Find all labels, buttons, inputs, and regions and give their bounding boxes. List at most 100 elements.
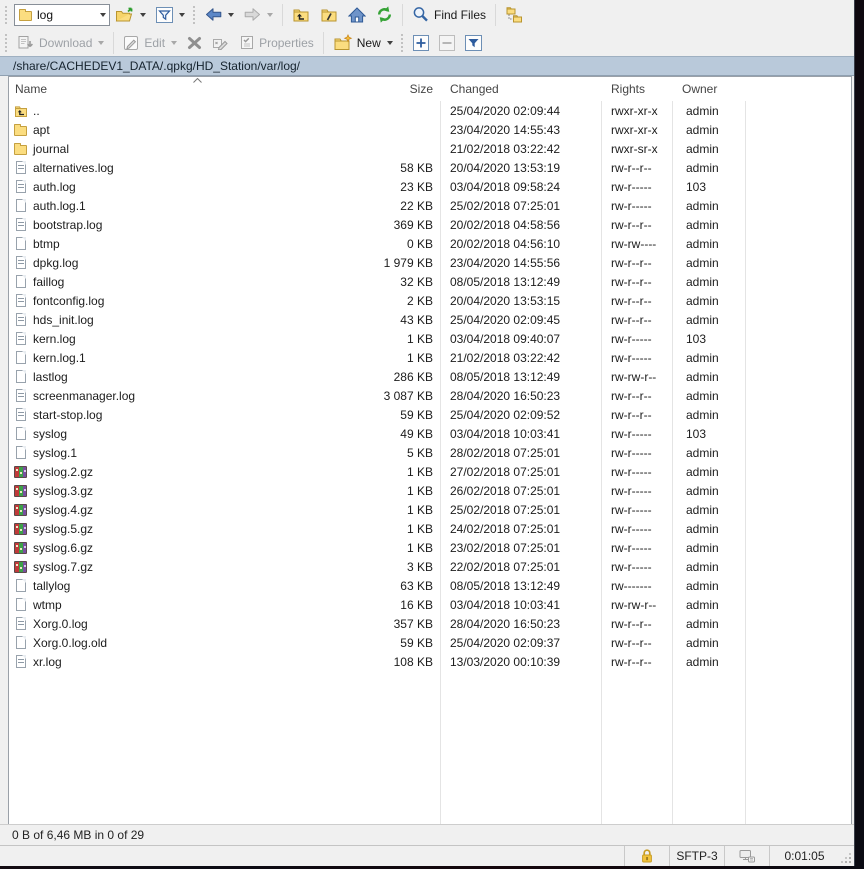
column-header-owner[interactable]: Owner (672, 82, 745, 96)
table-row[interactable]: syslog.3.gz 1 KB 26/02/2018 07:25:01 rw-r--… (9, 481, 851, 500)
file-name: btmp (33, 236, 60, 251)
file-name: auth.log (33, 179, 76, 194)
table-row[interactable]: faillog 32 KB 08/05/2018 13:12:49 rw-r--r--… (9, 272, 851, 291)
toolbar-grip[interactable] (192, 4, 196, 25)
file-name: syslog.1 (33, 445, 78, 460)
file-changed: 03/04/2018 09:40:07 (450, 331, 561, 346)
file-lines-icon (13, 179, 28, 194)
table-row[interactable]: auth.log 23 KB 03/04/2018 09:58:24 rw-r----… (9, 177, 851, 196)
file-rights: rw-r----- (611, 445, 652, 460)
table-row[interactable]: syslog.5.gz 1 KB 24/02/2018 07:25:01 rw-r--… (9, 519, 851, 538)
file-owner: admin (686, 122, 719, 137)
directory-combo-dropdown[interactable] (95, 5, 109, 25)
delete-x-icon (187, 36, 202, 50)
download-button[interactable]: Download (12, 32, 109, 53)
toolbar-grip[interactable] (4, 4, 8, 25)
open-directory-dropdown[interactable] (140, 12, 146, 17)
rename-icon (212, 35, 229, 50)
table-row[interactable]: syslog.6.gz 1 KB 23/02/2018 07:25:01 rw-r--… (9, 538, 851, 557)
filter-button[interactable] (151, 4, 190, 26)
table-row[interactable]: Xorg.0.log.old 59 KB 25/04/2020 02:09:37 rw… (9, 633, 851, 652)
back-dropdown[interactable] (228, 12, 234, 17)
open-directory-button[interactable] (110, 4, 151, 26)
table-row[interactable]: fontconfig.log 2 KB 20/04/2020 13:53:15 rw-… (9, 291, 851, 310)
home-button[interactable] (343, 4, 371, 26)
add-filter-button[interactable] (408, 32, 434, 54)
window-resize-grip[interactable] (839, 846, 854, 866)
file-name: syslog.2.gz (33, 464, 94, 479)
find-files-button[interactable]: Find Files (407, 3, 491, 26)
file-changed: 08/05/2018 13:12:49 (450, 578, 561, 593)
back-button[interactable] (200, 5, 239, 24)
table-row[interactable]: btmp 0 KB 20/02/2018 04:56:10 rw-rw---- admi… (9, 234, 851, 253)
toolbar-separator (322, 31, 324, 54)
table-row[interactable]: wtmp 16 KB 03/04/2018 10:03:41 rw-rw-r-- adm… (9, 595, 851, 614)
remove-filter-button[interactable] (434, 32, 460, 54)
table-row[interactable]: syslog.7.gz 3 KB 22/02/2018 07:25:01 rw-r--… (9, 557, 851, 576)
toolbar-grip[interactable] (399, 32, 404, 53)
table-row[interactable]: syslog.2.gz 1 KB 27/02/2018 07:25:01 rw-r--… (9, 462, 851, 481)
file-icon (13, 445, 28, 460)
column-header-size[interactable]: Size (349, 82, 440, 96)
delete-button[interactable] (182, 33, 207, 53)
lock-icon (639, 848, 655, 864)
session-duration-segment[interactable]: 0:01:05 (769, 846, 839, 866)
table-row[interactable]: bootstrap.log 369 KB 20/02/2018 04:58:56 rw… (9, 215, 851, 234)
file-lines-icon (13, 293, 28, 308)
table-row[interactable]: alternatives.log 58 KB 20/04/2020 13:53:19… (9, 158, 851, 177)
toolbar-grip[interactable] (4, 32, 8, 53)
properties-button[interactable]: Properties (234, 32, 319, 53)
file-lines-icon (13, 616, 28, 631)
forward-dropdown[interactable] (267, 12, 273, 17)
root-directory-button[interactable] (315, 4, 343, 26)
new-dropdown[interactable] (386, 40, 393, 45)
encryption-segment[interactable] (624, 846, 669, 866)
filter-dropdown[interactable] (179, 12, 185, 17)
table-row[interactable]: auth.log.1 22 KB 25/02/2018 07:25:01 rw-r--… (9, 196, 851, 215)
file-size: 1 KB (406, 464, 433, 479)
server-segment[interactable] (724, 846, 769, 866)
file-icon (13, 426, 28, 441)
edit-button[interactable]: Edit (118, 32, 182, 54)
table-row[interactable]: .. 25/04/2020 02:09:44 rwxr-xr-x admin (9, 101, 851, 120)
file-name: .. (33, 103, 40, 118)
table-row[interactable]: kern.log 1 KB 03/04/2018 09:40:07 rw-r-----… (9, 329, 851, 348)
filter-list-button[interactable] (460, 32, 487, 54)
file-size: 0 KB (406, 236, 433, 251)
table-row[interactable]: start-stop.log 59 KB 25/04/2020 02:09:52 rw… (9, 405, 851, 424)
edit-dropdown[interactable] (171, 40, 178, 45)
directory-tree-button[interactable] (500, 3, 529, 26)
address-bar[interactable]: /share/CACHEDEV1_DATA/.qpkg/HD_Station/v… (0, 56, 854, 76)
plus-icon (412, 34, 429, 51)
download-dropdown[interactable] (98, 40, 105, 45)
edit-label: Edit (144, 35, 166, 50)
table-row[interactable]: hds_init.log 43 KB 25/04/2020 02:09:45 rw-r… (9, 310, 851, 329)
table-row[interactable]: syslog.1 5 KB 28/02/2018 07:25:01 rw-r-----… (9, 443, 851, 462)
table-row[interactable]: apt 23/04/2020 14:55:43 rwxr-xr-x admin (9, 120, 851, 139)
table-row[interactable]: journal 21/02/2018 03:22:42 rwxr-sr-x admin (9, 139, 851, 158)
table-row[interactable]: xr.log 108 KB 13/03/2020 00:10:39 rw-r--r--… (9, 652, 851, 671)
refresh-button[interactable] (371, 3, 398, 26)
new-button[interactable]: New (328, 31, 398, 54)
table-row[interactable]: syslog 49 KB 03/04/2018 10:03:41 rw-r----- 1… (9, 424, 851, 443)
file-changed: 25/04/2020 02:09:45 (450, 312, 561, 327)
table-row[interactable]: screenmanager.log 3 087 KB 28/04/2020 16:5… (9, 386, 851, 405)
file-owner: admin (686, 502, 719, 517)
current-path: /share/CACHEDEV1_DATA/.qpkg/HD_Station/v… (13, 59, 301, 73)
table-row[interactable]: lastlog 286 KB 08/05/2018 13:12:49 rw-rw-r-… (9, 367, 851, 386)
column-header-name[interactable]: Name (9, 82, 349, 96)
table-row[interactable]: syslog.4.gz 1 KB 25/02/2018 07:25:01 rw-r--… (9, 500, 851, 519)
column-header-changed[interactable]: Changed (440, 82, 601, 96)
table-row[interactable]: dpkg.log 1 979 KB 23/04/2020 14:55:56 rw-r-… (9, 253, 851, 272)
forward-button[interactable] (239, 5, 278, 24)
table-row[interactable]: Xorg.0.log 357 KB 28/04/2020 16:50:23 rw-r-… (9, 614, 851, 633)
column-header-rights[interactable]: Rights (601, 82, 672, 96)
file-rights: rw-r----- (611, 559, 652, 574)
table-row[interactable]: kern.log.1 1 KB 21/02/2018 03:22:42 rw-r---… (9, 348, 851, 367)
parent-directory-button[interactable] (287, 4, 315, 26)
directory-combo[interactable]: log (14, 3, 110, 26)
table-row[interactable]: tallylog 63 KB 08/05/2018 13:12:49 rw------… (9, 576, 851, 595)
file-name: apt (33, 122, 50, 137)
rename-button[interactable] (207, 32, 234, 53)
protocol-segment[interactable]: SFTP-3 (669, 846, 724, 866)
